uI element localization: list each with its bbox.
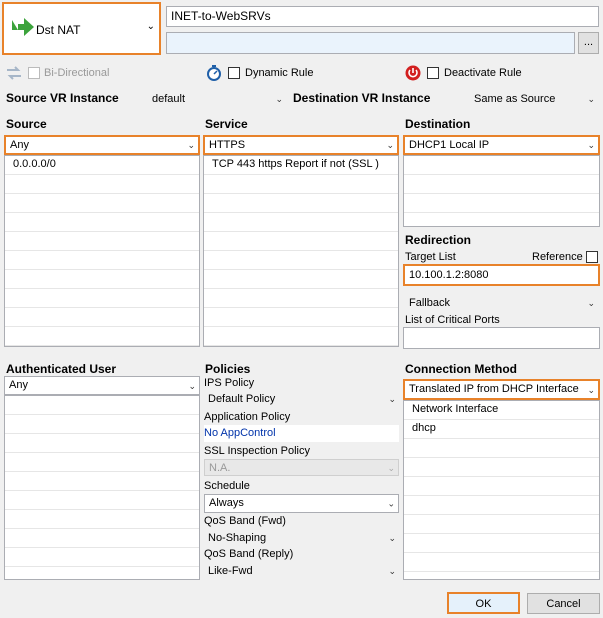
connection-method-list[interactable]: Network Interface dhcp — [403, 400, 600, 580]
more-button-label: ... — [583, 36, 594, 48]
dynamic-rule-checkbox[interactable] — [228, 67, 240, 79]
fallback-select[interactable]: Fallback ⌄ — [405, 295, 598, 311]
schedule-select[interactable]: Always ⌄ — [204, 494, 399, 513]
chevron-down-icon: ⌄ — [587, 384, 595, 395]
auth-user-value: Any — [9, 379, 28, 391]
app-policy-label: Application Policy — [204, 411, 291, 423]
stopwatch-icon — [207, 65, 221, 81]
destination-vr-select[interactable]: Same as Source ⌄ — [470, 91, 598, 107]
rule-action-label: Dst NAT — [36, 23, 81, 37]
service-label: Service — [205, 117, 248, 131]
bidirectional-icon — [7, 66, 21, 80]
dst-nat-arrow-icon — [12, 18, 34, 36]
list-item[interactable]: 0.0.0.0/0 — [5, 156, 199, 175]
destination-label: Destination — [405, 117, 471, 131]
ssl-policy-label: SSL Inspection Policy — [204, 445, 310, 457]
rule-name-input[interactable]: INET-to-WebSRVs — [166, 6, 599, 27]
schedule-value: Always — [209, 497, 244, 509]
chevron-down-icon: ⌄ — [146, 21, 155, 32]
source-value: Any — [10, 139, 29, 151]
ips-policy-label: IPS Policy — [204, 377, 255, 389]
chevron-down-icon: ⌄ — [188, 380, 196, 391]
auth-user-list[interactable] — [4, 395, 200, 580]
bidirectional-checkbox[interactable] — [28, 67, 40, 79]
chevron-down-icon: ⌄ — [587, 298, 595, 308]
bidirectional-label: Bi-Directional — [44, 67, 110, 79]
ips-policy-value: Default Policy — [208, 393, 276, 405]
target-list-label: Target List — [405, 251, 456, 263]
ok-button-label: OK — [475, 598, 492, 610]
chevron-down-icon: ⌄ — [388, 533, 396, 543]
source-vr-value: default — [152, 93, 186, 105]
connection-method-value: Translated IP from DHCP Interface — [409, 383, 579, 395]
redirection-label: Redirection — [405, 233, 472, 247]
reference-label: Reference — [532, 251, 583, 263]
chevron-down-icon: ⌄ — [387, 498, 395, 508]
chevron-down-icon: ⌄ — [386, 140, 394, 150]
chevron-down-icon: ⌄ — [387, 462, 395, 473]
more-button[interactable]: ... — [578, 32, 599, 54]
target-list-input[interactable]: 10.100.1.2:8080 — [403, 264, 600, 286]
source-list[interactable]: 0.0.0.0/0 — [4, 155, 200, 347]
destination-vr-value: Same as Source — [474, 93, 556, 105]
schedule-label: Schedule — [204, 480, 250, 492]
service-list[interactable]: TCP 443 https Report if not (SSL ) — [203, 155, 399, 347]
chevron-down-icon: ⌄ — [388, 394, 396, 404]
qos-fwd-value: No-Shaping — [208, 532, 267, 544]
rule-action-select[interactable]: Dst NAT ⌄ — [2, 2, 161, 55]
chevron-down-icon: ⌄ — [587, 94, 595, 104]
source-vr-label: Source VR Instance — [6, 91, 119, 105]
destination-value: DHCP1 Local IP — [409, 139, 490, 151]
qos-fwd-select[interactable]: No-Shaping ⌄ — [204, 530, 399, 546]
chevron-down-icon: ⌄ — [587, 140, 595, 150]
app-policy-link[interactable]: No AppControl — [204, 425, 399, 442]
chevron-down-icon: ⌄ — [187, 140, 195, 150]
policies-label: Policies — [205, 362, 251, 376]
connection-method-label: Connection Method — [405, 362, 517, 376]
cancel-button-label: Cancel — [546, 598, 581, 610]
deactivate-rule-label: Deactivate Rule — [444, 67, 522, 79]
ok-button[interactable]: OK — [447, 592, 520, 614]
power-icon — [405, 65, 421, 81]
chevron-down-icon: ⌄ — [275, 94, 283, 104]
ips-policy-select[interactable]: Default Policy ⌄ — [204, 391, 399, 407]
qos-reply-label: QoS Band (Reply) — [204, 548, 294, 560]
rule-name-value: INET-to-WebSRVs — [171, 9, 271, 23]
deactivate-rule-checkbox[interactable] — [427, 67, 439, 79]
qos-reply-select[interactable]: Like-Fwd ⌄ — [204, 563, 399, 579]
ssl-policy-value: N.A. — [209, 462, 231, 474]
auth-user-label: Authenticated User — [6, 362, 117, 376]
qos-fwd-label: QoS Band (Fwd) — [204, 515, 286, 527]
destination-select[interactable]: DHCP1 Local IP ⌄ — [403, 135, 600, 155]
list-item[interactable]: TCP 443 https Report if not (SSL ) — [204, 156, 398, 175]
fallback-value: Fallback — [409, 297, 450, 309]
target-list-value: 10.100.1.2:8080 — [409, 269, 489, 281]
app-policy-value: No AppControl — [204, 427, 276, 439]
critical-ports-label: List of Critical Ports — [405, 314, 500, 326]
ssl-policy-select: N.A. ⌄ — [204, 459, 399, 476]
service-value: HTTPS — [209, 139, 246, 151]
cancel-button[interactable]: Cancel — [527, 593, 600, 614]
list-item[interactable]: Network Interface — [404, 401, 599, 420]
dynamic-rule-label: Dynamic Rule — [245, 67, 314, 79]
source-label: Source — [6, 117, 47, 131]
service-select[interactable]: HTTPS ⌄ — [203, 135, 399, 155]
list-item[interactable]: dhcp — [404, 420, 599, 439]
destination-vr-label: Destination VR Instance — [293, 91, 431, 105]
reference-checkbox[interactable] — [586, 251, 598, 263]
connection-method-select[interactable]: Translated IP from DHCP Interface ⌄ — [403, 379, 600, 400]
critical-ports-input[interactable] — [403, 327, 600, 349]
destination-list[interactable] — [403, 155, 600, 227]
chevron-down-icon: ⌄ — [388, 566, 396, 576]
source-select[interactable]: Any ⌄ — [4, 135, 200, 155]
auth-user-select[interactable]: Any ⌄ — [4, 376, 200, 395]
rule-comment-input[interactable] — [166, 32, 575, 54]
source-vr-select[interactable]: default ⌄ — [148, 91, 286, 107]
qos-reply-value: Like-Fwd — [208, 565, 253, 577]
